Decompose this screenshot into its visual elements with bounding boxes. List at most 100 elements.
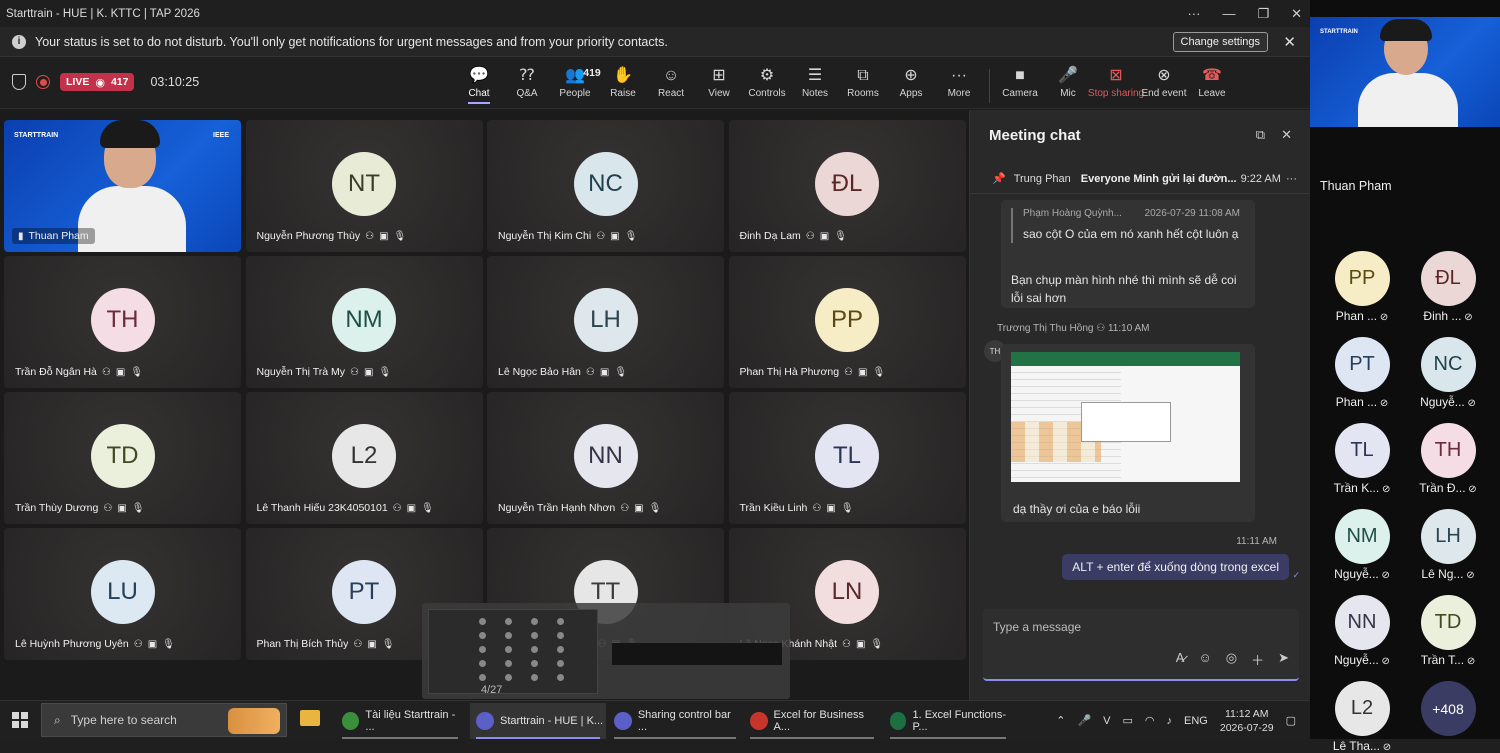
more-options-icon[interactable]: ··· [1187,6,1200,21]
participant-tile[interactable]: PP Phan Thị Hà Phương ⚇ ▣ 🎙 [728,256,966,388]
participant-tile[interactable]: NT Nguyễn Phương Thùy ⚇ ▣ 🎙 [245,120,483,252]
mic-off-icon: ⊘ [1464,656,1476,667]
rooms-button[interactable]: ⧉ Rooms [839,65,887,104]
thumbnail-dot [557,660,564,667]
participant-tile[interactable]: STARTTRAIN IEEE ▮ Thuan Pham [4,120,241,252]
raise-button[interactable]: ✋ Raise [599,65,647,104]
side-participant[interactable]: NN Nguyễ... ⊘ [1332,595,1392,667]
react-button[interactable]: ☺ React [647,65,695,104]
avatar: L2 [1334,681,1390,736]
system-tray: ⌃ 🎤 V ▭ ◠ ♪ ENG 11:12 AM 2026-07-29 ▢ [1056,701,1296,740]
volume-icon[interactable]: ♪ [1167,715,1173,727]
microphone-icon[interactable]: 🎤 [1077,714,1091,727]
q-a-button[interactable]: ⁇ Q&A [503,65,551,104]
taskbar-app[interactable]: Tài liệu Starttrain - ... [336,703,464,739]
toolbar-label: People [559,88,591,99]
screenshot-image[interactable] [1011,352,1240,482]
participant-tile[interactable]: L2 Lê Thanh Hiếu 23K4050101 ⚇ ▣ 🎙 [245,392,483,524]
side-participant[interactable]: PP Phan ... ⊘ [1332,251,1392,323]
participant-tile[interactable]: TL Trần Kiều Linh ⚇ ▣ 🎙 [728,392,966,524]
participant-tile[interactable]: LH Lê Ngọc Bảo Hân ⚇ ▣ 🎙 [487,256,724,388]
read-receipt-icon: ✓ [1292,570,1300,580]
windows-start-icon[interactable] [12,712,28,728]
camera-button[interactable]: ■ Camera [996,65,1044,104]
side-participant[interactable]: ĐL Đinh ... ⊘ [1418,251,1478,323]
side-participant[interactable]: TH Trần Đ... ⊘ [1418,423,1478,495]
pin-icon: 📌 [992,173,1006,185]
file-explorer-icon[interactable] [300,710,320,726]
meeting-toolbar: LIVE ◉ 417 03:10:25 💬 Chat ⁇ Q&A 👥 419 People ✋… [0,57,1310,109]
participant-tile[interactable]: TH Trần Đỗ Ngân Hà ⚇ ▣ 🎙 [4,256,241,388]
restore-icon[interactable]: ❐ [1257,6,1269,22]
format-icon[interactable]: A̷ [1176,650,1185,669]
side-participant[interactable]: LH Lê Ng... ⊘ [1418,509,1478,581]
sharing-preview[interactable]: 4/27 [422,603,790,699]
stop-sharing-button[interactable]: ⊠ Stop sharing [1088,65,1144,104]
toolbar-label: Mic [1060,88,1076,99]
participant-tile[interactable]: TD Trần Thùy Dương ⚇ ▣ 🎙 [4,392,241,524]
participant-tile[interactable]: NN Nguyễn Trần Hạnh Nhơn ⚇ ▣ 🎙 [487,392,724,524]
chat-button[interactable]: 💬 Chat [455,65,503,104]
wifi-icon[interactable]: ◠ [1145,714,1155,727]
add-icon[interactable]: ＋ [1251,650,1264,669]
side-participant[interactable]: +408 [1418,681,1478,736]
taskbar-app[interactable]: Starttrain - HUE | K... [470,703,606,739]
camera-off-icon: ▣ [115,366,126,378]
close-chat-icon[interactable]: ✕ [1281,127,1292,143]
participant-name: Phan Thị Hà Phương [739,366,840,378]
language-indicator[interactable]: ENG [1184,715,1208,727]
send-icon[interactable]: ➤ [1278,650,1289,669]
compose-box[interactable]: Type a message A̷ ☺ ◎ ＋ ➤ [983,609,1299,681]
loop-icon[interactable]: ◎ [1226,650,1237,669]
thumbnail-dot [531,646,538,653]
side-participant[interactable]: TD Trần T... ⊘ [1418,595,1478,667]
camera-off-icon: ▣ [367,638,377,650]
side-participant[interactable]: TL Trần K... ⊘ [1332,423,1392,495]
side-participant[interactable]: NM Nguyễ... ⊘ [1332,509,1392,581]
side-participant[interactable]: PT Phan ... ⊘ [1332,337,1392,409]
end-event-button[interactable]: ⊗ End event [1140,65,1188,104]
dismiss-banner-icon[interactable]: ✕ [1283,33,1296,51]
chevron-up-icon[interactable]: ⌃ [1056,714,1065,727]
compose-input[interactable]: Type a message [993,620,1081,634]
participant-tile[interactable]: ĐL Đinh Dạ Lam ⚇ ▣ 🎙 [728,120,966,252]
my-message[interactable]: ALT + enter để xuống dòng trong excel [1062,554,1289,580]
attendee-icon: ⚇ [841,638,851,650]
notes-button[interactable]: ☰ Notes [791,65,839,104]
controls-icon: ⚙ [759,67,775,84]
taskbar-search[interactable]: ⌕ Type here to search [41,703,287,737]
participant-tile[interactable]: NM Nguyễn Thị Trà My ⚇ ▣ 🎙 [245,256,483,388]
chat-message-image[interactable]: dạ thầy ơi của e báo lỗii [1001,344,1255,522]
avatar: NC [573,152,638,216]
battery-icon[interactable]: ▭ [1123,714,1133,727]
view-button[interactable]: ⊞ View [695,65,743,104]
pen-icon[interactable]: V [1103,715,1110,727]
mic-button[interactable]: 🎤 Mic [1044,65,1092,104]
more-button[interactable]: ··· More [935,65,983,104]
apps-button[interactable]: ⊕ Apps [887,65,935,104]
participant-tile[interactable]: LU Lê Huỳnh Phương Uyên ⚇ ▣ 🎙 [4,528,241,660]
mic-off-icon: ⊘ [1463,570,1475,581]
notifications-icon[interactable]: ▢ [1286,714,1296,727]
taskbar-app[interactable]: Excel for Business A... [744,703,880,739]
pop-out-icon[interactable]: ⧉ [1256,127,1265,143]
minimize-icon[interactable]: — [1222,6,1235,21]
more-icon[interactable]: ··· [1286,173,1297,185]
emoji-icon[interactable]: ☺ [1198,650,1211,669]
chat-message-reply[interactable]: Phạm Hoàng Quỳnh... 2026-07-29 11:08 AM s… [1001,200,1255,308]
close-icon[interactable]: ✕ [1291,6,1302,22]
meeting-chat-panel: Meeting chat ⧉ ✕ 📌 Trung Phan Everyone M… [969,110,1311,700]
pinned-message[interactable]: 📌 Trung Phan Everyone Minh gửi lại đườn.… [970,164,1311,194]
change-settings-button[interactable]: Change settings [1172,32,1268,52]
taskbar-app[interactable]: Sharing control bar ... [608,703,742,739]
mic-off-icon: 🎙 [870,638,884,650]
controls-button[interactable]: ⚙ Controls [743,65,791,104]
leave-button[interactable]: ☎ Leave [1188,65,1236,104]
people-button[interactable]: 👥 419 People [551,65,600,104]
side-participant[interactable]: L2 Lê Tha... ⊘ [1332,681,1392,753]
clock[interactable]: 11:12 AM 2026-07-29 [1220,707,1274,735]
thumbnail-dot [505,618,512,625]
taskbar-app[interactable]: 1. Excel Functions-P... [884,703,1012,739]
participant-tile[interactable]: NC Nguyễn Thị Kim Chi ⚇ ▣ 🎙 [487,120,724,252]
side-participant[interactable]: NC Nguyễ... ⊘ [1418,337,1478,409]
